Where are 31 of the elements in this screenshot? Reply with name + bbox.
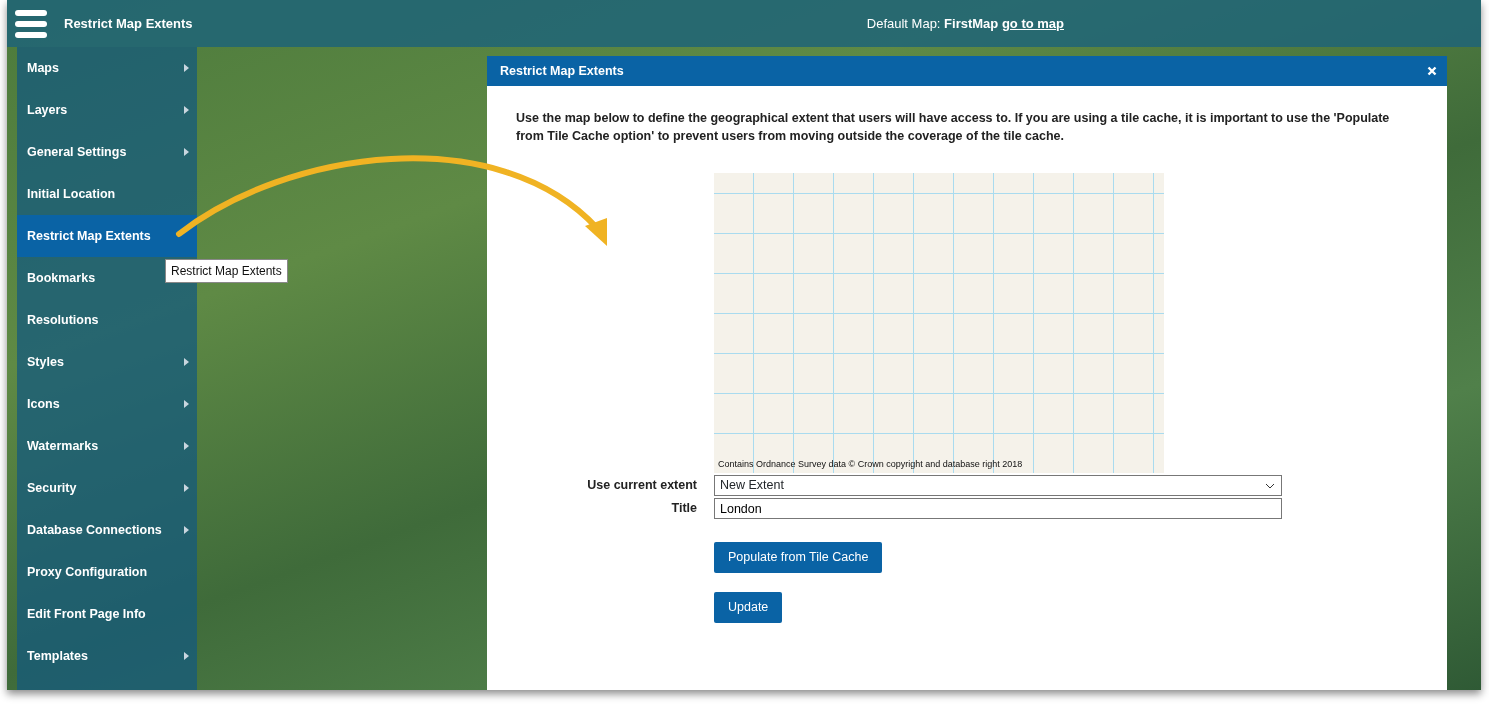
default-map-label: Default Map: bbox=[866, 15, 941, 31]
sidebar-item[interactable]: Database Connections bbox=[17, 509, 197, 551]
close-icon[interactable] bbox=[1427, 66, 1437, 76]
sidebar-item[interactable]: Icons bbox=[17, 383, 197, 425]
sidebar-item[interactable]: Maps bbox=[17, 47, 197, 89]
sidebar-item[interactable]: Restrict Map Extents bbox=[17, 215, 197, 257]
go-to-map-link[interactable]: go to map bbox=[1001, 15, 1064, 31]
action-button[interactable]: Update bbox=[714, 591, 783, 623]
page-title: Restrict Map Extents bbox=[64, 14, 193, 33]
sidebar-item[interactable]: Initial Location bbox=[17, 173, 197, 215]
dialog-header: Restrict Map Extents bbox=[487, 56, 1447, 86]
sidebar-item[interactable]: Edit Front Page Info bbox=[17, 593, 197, 635]
sidebar-item[interactable]: General Settings bbox=[17, 131, 197, 173]
sidebar-item[interactable]: Resolutions bbox=[17, 299, 197, 341]
action-button[interactable]: Populate from Tile Cache bbox=[714, 542, 883, 573]
field-label: Use current extent bbox=[586, 477, 697, 495]
map-attribution: Contains Ordnance Survey data © Crown copyright and database right 2018 bbox=[718, 457, 1023, 471]
sidebar-item[interactable]: Watermarks bbox=[17, 425, 197, 467]
default-map-name: FirstMap bbox=[944, 15, 999, 31]
sidebar-item[interactable]: Styles bbox=[17, 341, 197, 383]
menu-icon[interactable] bbox=[15, 8, 47, 39]
extent-dropdown[interactable]: New Extent bbox=[714, 475, 1282, 496]
description-text: Use the map below to define the geographical extent that users will have access to. If you are using a tile cache, it is important to use the 'Populate from Tile Cache option' to prevent users from moving outside the coverage of the tile cache. bbox=[516, 110, 1391, 145]
sidebar-item[interactable]: Proxy Configuration bbox=[17, 551, 197, 593]
sidebar-item[interactable]: Templates bbox=[17, 635, 197, 677]
map-placeholder[interactable]: Contains Ordnance Survey data © Crown copyright and database right 2018 bbox=[714, 173, 1164, 473]
tooltip: Restrict Map Extents bbox=[165, 259, 288, 283]
sidebar-item[interactable]: Security bbox=[17, 467, 197, 509]
sidebar-item[interactable]: Layers bbox=[17, 89, 197, 131]
field-label: Title bbox=[670, 500, 697, 518]
title-input-field[interactable]: London bbox=[714, 498, 1282, 519]
